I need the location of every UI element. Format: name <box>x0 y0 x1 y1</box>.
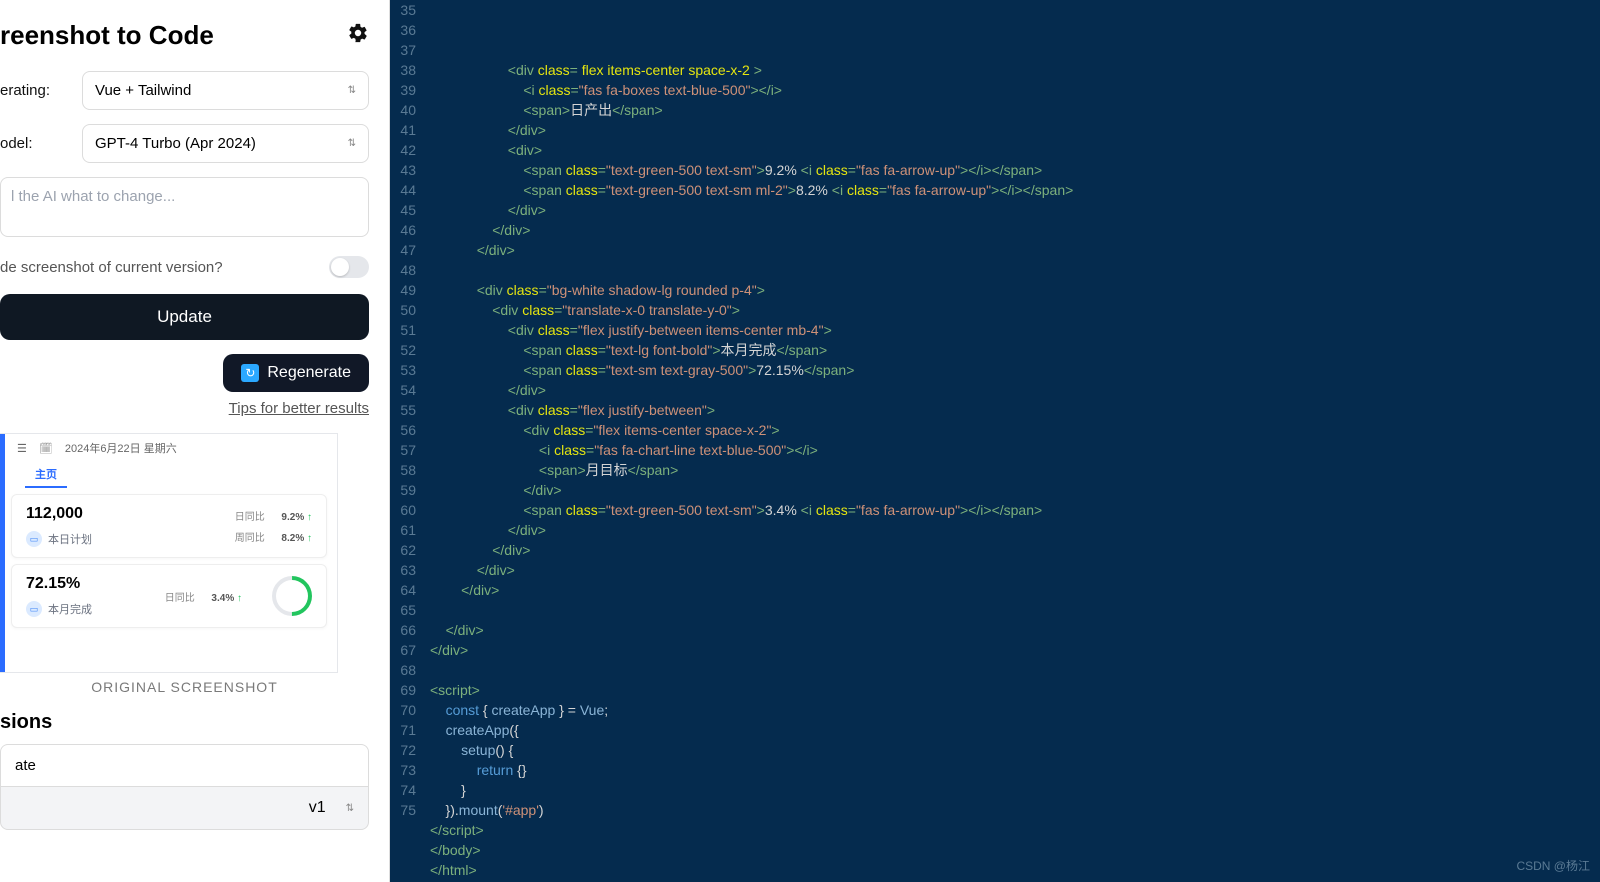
sidebar-panel: reenshot to Code erating: Vue + Tailwind… <box>0 0 390 882</box>
calendar-icon: 🗓 <box>39 442 53 455</box>
chevron-updown-icon: ⇅ <box>348 138 356 149</box>
update-button[interactable]: Update <box>0 294 369 340</box>
refresh-icon: ↻ <box>241 364 259 382</box>
version-item-2[interactable]: v1 ⇅ <box>0 786 369 830</box>
arrow-up-icon: ↑ <box>307 533 312 544</box>
original-screenshot-label: ORIGINAL SCREENSHOT <box>0 679 369 695</box>
include-screenshot-label: de screenshot of current version? <box>0 259 223 276</box>
progress-ring-icon <box>264 568 321 625</box>
arrow-up-icon: ↑ <box>237 593 242 604</box>
model-label: odel: <box>0 135 70 152</box>
card2-value: 72.15% <box>26 575 92 593</box>
framework-select[interactable]: Vue + Tailwind ⇅ <box>82 71 369 110</box>
preview-date: 2024年6月22日 星期六 <box>65 440 177 456</box>
gear-icon[interactable] <box>347 22 369 49</box>
regenerate-label: Regenerate <box>267 364 351 382</box>
clipboard-icon: ▭ <box>26 531 42 547</box>
prompt-input[interactable] <box>0 177 369 237</box>
menu-icon: ☰ <box>17 442 27 455</box>
generating-label: erating: <box>0 82 70 99</box>
version-item-1[interactable]: ate <box>0 744 369 786</box>
line-gutter: 3536373839404142434445464748495051525354… <box>390 0 422 820</box>
preview-card-1: 112,000 ▭本日计划 日同比 9.2% ↑ 周同比 8.2% ↑ <box>11 494 327 558</box>
model-select[interactable]: GPT-4 Turbo (Apr 2024) ⇅ <box>82 124 369 163</box>
regenerate-button[interactable]: ↻ Regenerate <box>223 354 369 392</box>
code-content: <div class= flex items-center space-x-2 … <box>430 60 1600 880</box>
watermark: CSDN @杨江 <box>1516 856 1590 876</box>
include-screenshot-toggle[interactable] <box>329 256 369 278</box>
framework-value: Vue + Tailwind <box>95 82 191 99</box>
preview-card-2: 72.15% ▭本月完成 日同比 3.4% ↑ <box>11 564 327 628</box>
preview-tab: 主页 <box>25 462 67 488</box>
code-editor[interactable]: 3536373839404142434445464748495051525354… <box>390 0 1600 882</box>
version-label: v1 <box>309 799 326 817</box>
chart-icon: ▭ <box>26 601 42 617</box>
tips-link[interactable]: Tips for better results <box>0 400 369 417</box>
chevron-updown-icon: ⇅ <box>348 85 356 96</box>
app-title: reenshot to Code <box>0 20 214 51</box>
arrow-up-icon: ↑ <box>307 512 312 523</box>
versions-heading: sions <box>0 711 369 734</box>
preview-thumbnail: ☰ 🗓 2024年6月22日 星期六 主页 112,000 ▭本日计划 日同比 … <box>0 433 338 673</box>
model-value: GPT-4 Turbo (Apr 2024) <box>95 135 256 152</box>
preview-sidebar <box>0 434 5 672</box>
chevron-updown-icon: ⇅ <box>346 803 354 814</box>
card1-value: 112,000 <box>26 505 92 523</box>
